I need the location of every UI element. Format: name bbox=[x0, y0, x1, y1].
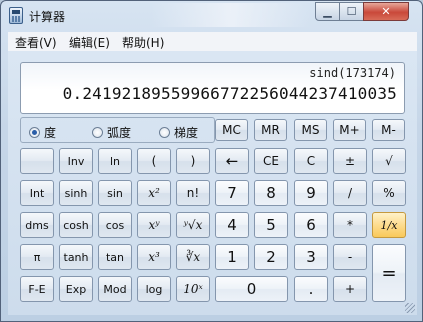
minimize-button[interactable]: ▁ bbox=[315, 2, 340, 21]
multiply-button[interactable]: * bbox=[333, 212, 367, 238]
pi-button[interactable]: π bbox=[20, 244, 54, 270]
radio-gradians[interactable]: 梯度 bbox=[159, 124, 198, 141]
maximize-icon: ☐ bbox=[346, 5, 357, 18]
minimize-icon: ▁ bbox=[323, 5, 332, 18]
ce-button[interactable]: CE bbox=[254, 148, 288, 174]
digit-4-button[interactable]: 4 bbox=[215, 212, 249, 238]
divide-button[interactable]: / bbox=[333, 180, 367, 206]
maximize-button[interactable]: ☐ bbox=[339, 2, 364, 21]
cos-button[interactable]: cos bbox=[98, 212, 132, 238]
inv-button[interactable]: Inv bbox=[59, 148, 93, 174]
cosh-button[interactable]: cosh bbox=[59, 212, 93, 238]
add-button[interactable]: + bbox=[333, 276, 367, 302]
sin-button[interactable]: sin bbox=[98, 180, 132, 206]
open-paren-button[interactable]: ( bbox=[137, 148, 171, 174]
radio-degrees[interactable]: 度 bbox=[29, 124, 56, 141]
expression-display: sind(173174) bbox=[309, 66, 396, 80]
ten-power-x-button[interactable]: 10ˣ bbox=[176, 276, 210, 302]
menu-view[interactable]: 查看(V) bbox=[15, 34, 57, 51]
tan-button[interactable]: tan bbox=[98, 244, 132, 270]
equals-button[interactable]: = bbox=[372, 244, 406, 302]
backspace-arrow-icon: ← bbox=[225, 152, 239, 170]
blank-button[interactable] bbox=[20, 148, 54, 174]
close-button[interactable]: ✕ bbox=[363, 2, 409, 21]
tanh-button[interactable]: tanh bbox=[59, 244, 93, 270]
reciprocal-button[interactable]: 1/x bbox=[372, 212, 406, 238]
factorial-button[interactable]: n! bbox=[176, 180, 210, 206]
percent-button[interactable]: % bbox=[372, 180, 406, 206]
subtract-button[interactable]: - bbox=[333, 244, 367, 270]
x-squared-button[interactable]: x² bbox=[137, 180, 171, 206]
radio-radians[interactable]: 弧度 bbox=[92, 124, 131, 141]
x-cubed-button[interactable]: x³ bbox=[137, 244, 171, 270]
display-panel: sind(173174) 0.2419218955996677225604423… bbox=[20, 62, 405, 114]
digit-5-button[interactable]: 5 bbox=[254, 212, 288, 238]
log-button[interactable]: log bbox=[137, 276, 171, 302]
digit-0-button[interactable]: 0 bbox=[215, 276, 288, 302]
digit-7-button[interactable]: 7 bbox=[215, 180, 249, 206]
calculator-app-icon bbox=[9, 7, 23, 24]
close-icon: ✕ bbox=[381, 5, 391, 18]
close-paren-button[interactable]: ) bbox=[176, 148, 210, 174]
mc-button[interactable]: MC bbox=[215, 119, 248, 141]
cube-root-button[interactable]: ∛x bbox=[176, 244, 210, 270]
fe-button[interactable]: F-E bbox=[20, 276, 54, 302]
digit-2-button[interactable]: 2 bbox=[254, 244, 288, 270]
negate-button[interactable]: ± bbox=[333, 148, 367, 174]
m-plus-button[interactable]: M+ bbox=[333, 119, 366, 141]
radio-unchecked-icon bbox=[92, 127, 103, 138]
clear-button[interactable]: C bbox=[294, 148, 328, 174]
sinh-button[interactable]: sinh bbox=[59, 180, 93, 206]
radio-radians-label: 弧度 bbox=[107, 126, 132, 140]
radio-unchecked-icon bbox=[159, 127, 170, 138]
digit-1-button[interactable]: 1 bbox=[215, 244, 249, 270]
menu-bar: 查看(V) 编辑(E) 帮助(H) bbox=[8, 32, 417, 52]
y-root-x-button[interactable]: ʸ√x bbox=[176, 212, 210, 238]
title-bar-glow bbox=[151, 3, 311, 27]
mr-button[interactable]: MR bbox=[254, 119, 287, 141]
calculator-window: 计算器 ▁ ☐ ✕ 查看(V) 编辑(E) 帮助(H) sind(173174)… bbox=[0, 0, 423, 322]
mod-button[interactable]: Mod bbox=[98, 276, 132, 302]
resize-grip-icon[interactable] bbox=[405, 303, 415, 313]
window-title: 计算器 bbox=[29, 10, 66, 24]
radio-checked-icon bbox=[29, 127, 40, 138]
sqrt-button[interactable]: √ bbox=[372, 148, 406, 174]
angle-unit-group: 度 弧度 梯度 bbox=[20, 117, 215, 143]
dms-button[interactable]: dms bbox=[20, 212, 54, 238]
menu-help[interactable]: 帮助(H) bbox=[122, 34, 164, 51]
digit-8-button[interactable]: 8 bbox=[254, 180, 288, 206]
calculator-body: sind(173174) 0.2419218955996677225604423… bbox=[8, 51, 417, 315]
ms-button[interactable]: MS bbox=[294, 119, 327, 141]
digit-3-button[interactable]: 3 bbox=[294, 244, 328, 270]
exp-button[interactable]: Exp bbox=[59, 276, 93, 302]
x-power-y-button[interactable]: xʸ bbox=[137, 212, 171, 238]
menu-edit[interactable]: 编辑(E) bbox=[69, 34, 110, 51]
backspace-button[interactable]: ← bbox=[215, 148, 249, 174]
title-bar[interactable]: 计算器 ▁ ☐ ✕ bbox=[1, 1, 422, 31]
m-minus-button[interactable]: M- bbox=[372, 119, 405, 141]
radio-degrees-label: 度 bbox=[44, 126, 57, 140]
radio-gradians-label: 梯度 bbox=[174, 126, 199, 140]
ln-button[interactable]: ln bbox=[98, 148, 132, 174]
digit-9-button[interactable]: 9 bbox=[294, 180, 328, 206]
digit-6-button[interactable]: 6 bbox=[294, 212, 328, 238]
result-display: 0.24192189559966772256044237410035 bbox=[62, 84, 397, 103]
decimal-button[interactable]: . bbox=[294, 276, 328, 302]
int-button[interactable]: Int bbox=[20, 180, 54, 206]
